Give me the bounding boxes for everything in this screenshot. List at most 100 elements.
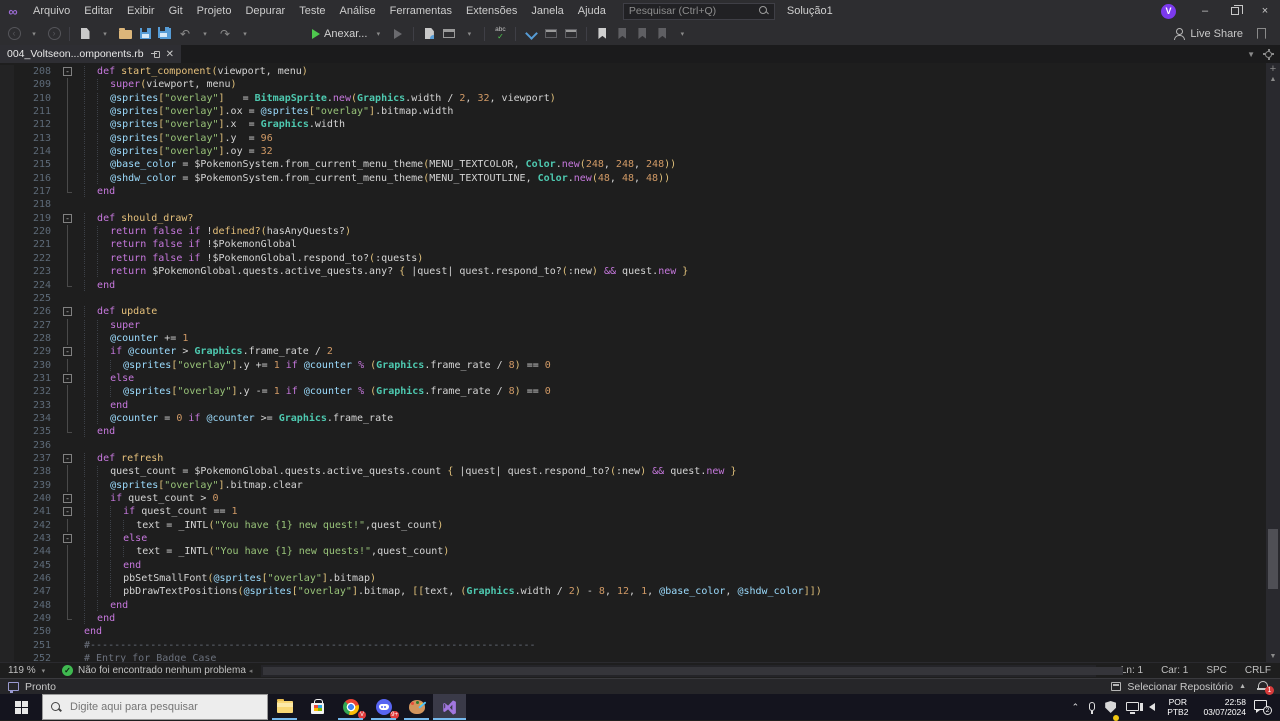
fold-margin[interactable]: [60, 399, 76, 412]
menu-item[interactable]: Depurar: [238, 0, 292, 22]
fold-margin[interactable]: [60, 158, 76, 171]
breakpoint-margin[interactable]: [0, 158, 14, 171]
code-line[interactable]: 221 return false if !$PokemonGlobal: [0, 238, 1266, 251]
menu-item[interactable]: Exibir: [120, 0, 162, 22]
quick-search-box[interactable]: Pesquisar (Ctrl+Q): [623, 3, 775, 20]
breakpoint-margin[interactable]: [0, 559, 14, 572]
taskbar-file-explorer[interactable]: [268, 694, 301, 720]
breakpoint-margin[interactable]: [0, 265, 14, 278]
minimize-button[interactable]: –: [1190, 0, 1220, 22]
breakpoint-margin[interactable]: [0, 145, 14, 158]
column-indicator[interactable]: Car: 1: [1152, 665, 1197, 676]
breakpoint-margin[interactable]: [0, 625, 14, 638]
redo-button[interactable]: ↷: [215, 24, 235, 44]
save-all-button[interactable]: [155, 24, 175, 44]
select-repository-button[interactable]: Selecionar Repositório: [1127, 681, 1233, 693]
fold-margin[interactable]: -: [60, 532, 76, 545]
fold-box-icon[interactable]: -: [63, 507, 72, 516]
menu-item[interactable]: Ferramentas: [383, 0, 459, 22]
fold-margin[interactable]: [60, 425, 76, 438]
fold-margin[interactable]: [60, 559, 76, 572]
breakpoint-margin[interactable]: [0, 572, 14, 585]
menu-item[interactable]: Editar: [77, 0, 120, 22]
code-line[interactable]: 218: [0, 198, 1266, 211]
fold-margin[interactable]: -: [60, 65, 76, 78]
fold-margin[interactable]: [60, 479, 76, 492]
breakpoint-margin[interactable]: [0, 292, 14, 305]
fold-margin[interactable]: [60, 265, 76, 278]
breakpoint-margin[interactable]: [0, 519, 14, 532]
fold-box-icon[interactable]: -: [63, 214, 72, 223]
breakpoint-margin[interactable]: [0, 319, 14, 332]
go-to-cursor-button[interactable]: [521, 24, 541, 44]
breakpoint-margin[interactable]: [0, 359, 14, 372]
breakpoint-margin[interactable]: [0, 105, 14, 118]
breakpoint-margin[interactable]: [0, 439, 14, 452]
fold-margin[interactable]: [60, 292, 76, 305]
hot-reload-dropdown[interactable]: ▾: [459, 24, 479, 44]
fold-margin[interactable]: [60, 572, 76, 585]
fold-margin[interactable]: [60, 625, 76, 638]
fold-margin[interactable]: [60, 412, 76, 425]
code-line[interactable]: 219- def should_draw?: [0, 212, 1266, 225]
breakpoint-margin[interactable]: [0, 279, 14, 292]
code-line[interactable]: 234 @counter = 0 if @counter >= Graphics…: [0, 412, 1266, 425]
breakpoint-margin[interactable]: [0, 372, 14, 385]
code-line[interactable]: 216 @shdw_color = $PokemonSystem.from_cu…: [0, 172, 1266, 185]
breakpoint-margin[interactable]: [0, 332, 14, 345]
bookmarks-dropdown[interactable]: ▾: [672, 24, 692, 44]
breakpoint-margin[interactable]: [0, 385, 14, 398]
attach-button[interactable]: Anexar...: [311, 24, 368, 44]
fold-margin[interactable]: -: [60, 345, 76, 358]
taskbar-visual-studio[interactable]: [433, 694, 466, 720]
breakpoint-margin[interactable]: [0, 132, 14, 145]
fold-margin[interactable]: [60, 332, 76, 345]
code-line[interactable]: 248 end: [0, 599, 1266, 612]
menu-item[interactable]: Extensões: [459, 0, 524, 22]
breakpoint-margin[interactable]: [0, 225, 14, 238]
fold-margin[interactable]: [60, 132, 76, 145]
code-line[interactable]: 222 return false if !$PokemonGlobal.resp…: [0, 252, 1266, 265]
code-line[interactable]: 210 @sprites["overlay"] = BitmapSprite.n…: [0, 92, 1266, 105]
breakpoint-margin[interactable]: [0, 238, 14, 251]
breakpoint-margin[interactable]: [0, 305, 14, 318]
fold-margin[interactable]: [60, 198, 76, 211]
breakpoint-margin[interactable]: [0, 345, 14, 358]
undo-dropdown[interactable]: ▾: [195, 24, 215, 44]
menu-item[interactable]: Arquivo: [26, 0, 77, 22]
code-line[interactable]: 226- def update: [0, 305, 1266, 318]
breakpoint-margin[interactable]: [0, 599, 14, 612]
fold-margin[interactable]: [60, 465, 76, 478]
code-line[interactable]: 241- if quest_count == 1: [0, 505, 1266, 518]
code-line[interactable]: 217 end: [0, 185, 1266, 198]
code-line[interactable]: 215 @base_color = $PokemonSystem.from_cu…: [0, 158, 1266, 171]
breakpoint-margin[interactable]: [0, 532, 14, 545]
fold-margin[interactable]: [60, 252, 76, 265]
breakpoint-margin[interactable]: [0, 652, 14, 662]
code-line[interactable]: 214 @sprites["overlay"].oy = 32: [0, 145, 1266, 158]
code-line[interactable]: 243- else: [0, 532, 1266, 545]
fold-box-icon[interactable]: -: [63, 307, 72, 316]
fold-margin[interactable]: [60, 385, 76, 398]
breakpoint-margin[interactable]: [0, 505, 14, 518]
defender-shield-icon[interactable]: [1100, 694, 1121, 720]
tab-close-icon[interactable]: ✕: [166, 49, 174, 60]
breakpoint-margin[interactable]: [0, 399, 14, 412]
menu-item[interactable]: Projeto: [190, 0, 239, 22]
taskbar-chrome[interactable]: V: [334, 694, 367, 720]
code-line[interactable]: 229- if @counter > Graphics.frame_rate /…: [0, 345, 1266, 358]
fold-margin[interactable]: [60, 545, 76, 558]
fold-margin[interactable]: [60, 92, 76, 105]
breakpoint-margin[interactable]: [0, 212, 14, 225]
microphone-icon[interactable]: [1084, 694, 1100, 720]
menu-item[interactable]: Git: [162, 0, 190, 22]
code-line[interactable]: 211 @sprites["overlay"].ox = @sprites["o…: [0, 105, 1266, 118]
code-line[interactable]: 246 pbSetSmallFont(@sprites["overlay"].b…: [0, 572, 1266, 585]
fold-margin[interactable]: [60, 319, 76, 332]
open-file-button[interactable]: [115, 24, 135, 44]
code-line[interactable]: 212 @sprites["overlay"].x = Graphics.wid…: [0, 118, 1266, 131]
start-without-debug-button[interactable]: [388, 24, 408, 44]
taskbar-paint-app[interactable]: [400, 694, 433, 720]
breakpoint-margin[interactable]: [0, 545, 14, 558]
new-file-dropdown[interactable]: ▾: [95, 24, 115, 44]
